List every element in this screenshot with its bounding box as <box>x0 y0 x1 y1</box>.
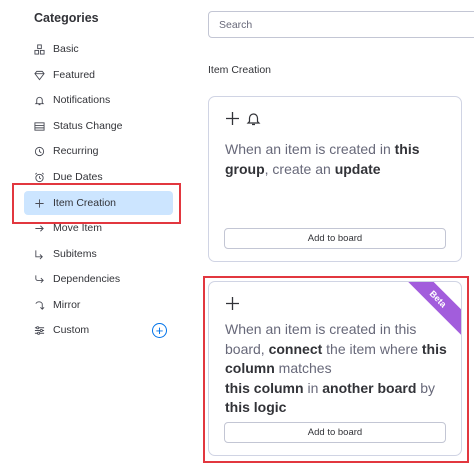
sidebar-item-label: Due Dates <box>53 171 103 183</box>
sidebar-item-basic[interactable]: Basic <box>24 37 173 61</box>
sidebar-item-subitems[interactable]: Subitems <box>24 242 173 266</box>
sidebar-item-label: Mirror <box>53 299 81 311</box>
categories-sidebar: Categories Basic Featured Notifications … <box>0 0 190 466</box>
sidebar-item-custom[interactable]: Custom <box>24 318 173 342</box>
sidebar-item-label: Custom <box>53 324 90 336</box>
sidebar-item-status-change[interactable]: Status Change <box>24 114 173 138</box>
sliders-icon <box>33 324 45 336</box>
sidebar-item-label: Recurring <box>53 145 99 157</box>
sidebar-item-featured[interactable]: Featured <box>24 63 173 87</box>
bell-icon <box>246 111 261 131</box>
recipe-field-action[interactable]: update <box>335 161 381 177</box>
add-to-board-button[interactable]: Add to board <box>224 228 446 249</box>
clock-icon <box>33 145 45 157</box>
subitems-icon <box>33 248 45 260</box>
sidebar-item-dependencies[interactable]: Dependencies <box>24 267 173 291</box>
bell-icon <box>33 94 45 106</box>
sidebar-item-label: Subitems <box>53 248 97 260</box>
dependencies-icon <box>33 273 45 285</box>
recipe-text: When an item is created in this group, c… <box>225 140 451 179</box>
status-icon <box>33 120 45 132</box>
add-custom-button[interactable]: + <box>152 323 167 338</box>
sidebar-item-label: Basic <box>53 43 79 55</box>
sidebar-item-label: Status Change <box>53 120 123 132</box>
search-input[interactable] <box>208 11 474 38</box>
selected-item-highlight <box>12 183 181 224</box>
sidebar-item-mirror[interactable]: Mirror <box>24 293 173 317</box>
alarm-icon <box>33 171 45 183</box>
sidebar-item-label: Featured <box>53 69 96 81</box>
sidebar-item-label: Dependencies <box>53 273 121 285</box>
basic-icon <box>33 43 45 55</box>
add-custom-icon: + <box>155 323 164 338</box>
sidebar-item-label: Notifications <box>53 94 111 106</box>
sidebar-item-notifications[interactable]: Notifications <box>24 88 173 112</box>
card-highlight <box>203 276 469 463</box>
sidebar-item-recurring[interactable]: Recurring <box>24 139 173 163</box>
recipe-fragment: When an item is created in <box>225 141 395 157</box>
recipe-card-update[interactable]: When an item is created in this group, c… <box>208 96 462 262</box>
diamond-icon <box>33 69 45 81</box>
recipe-fragment: , create an <box>264 160 335 177</box>
plus-icon <box>225 111 240 131</box>
card-icons <box>225 111 261 131</box>
sidebar-title: Categories <box>34 11 99 25</box>
section-title: Item Creation <box>208 64 272 76</box>
mirror-icon <box>33 299 45 311</box>
